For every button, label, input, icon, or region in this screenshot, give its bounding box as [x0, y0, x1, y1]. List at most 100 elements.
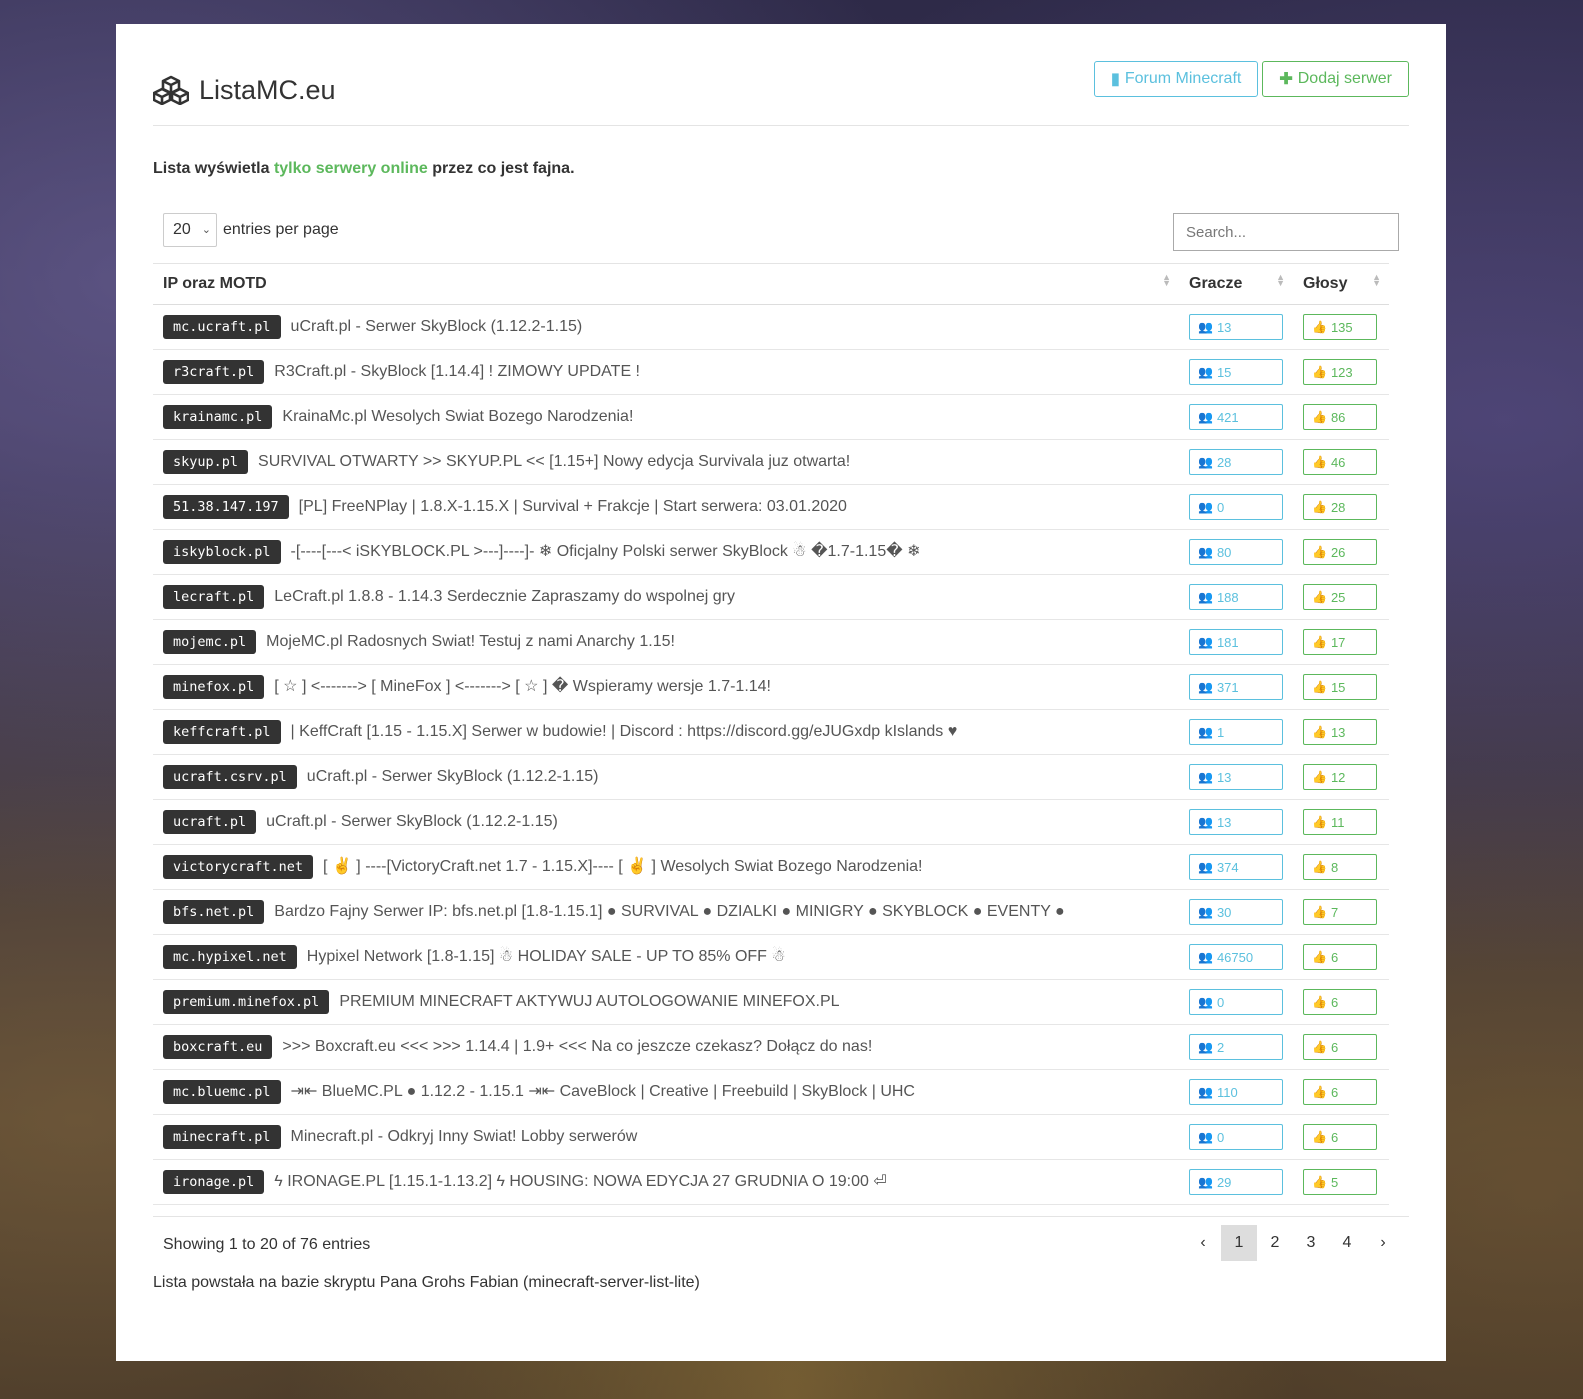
players-cell: 👥 0 [1179, 1114, 1293, 1160]
column-votes[interactable]: Głosy ▲ ▼ [1293, 263, 1389, 305]
server-motd: | KeffCraft [1.15 - 1.15.X] Serwer w bud… [290, 723, 958, 740]
votes-badge[interactable]: 👍 8 [1303, 854, 1377, 880]
players-badge[interactable]: 👥 15 [1189, 359, 1283, 385]
players-badge[interactable]: 👥 181 [1189, 629, 1283, 655]
players-cell: 👥 15 [1179, 349, 1293, 395]
column-ip-motd[interactable]: IP oraz MOTD ▲ ▼ [153, 263, 1179, 305]
server-motd: Hypixel Network [1.8-1.15] ☃ HOLIDAY SAL… [306, 948, 786, 965]
server-ip[interactable]: mc.hypixel.net [163, 945, 297, 969]
forum-button[interactable]: ▮ Forum Minecraft [1094, 61, 1259, 97]
entries-per-page: 20 ⌄ entries per page [163, 213, 339, 247]
server-ip[interactable]: lecraft.pl [163, 585, 265, 609]
votes-badge[interactable]: 👍 6 [1303, 1034, 1377, 1060]
server-ip[interactable]: iskyblock.pl [163, 540, 281, 564]
votes-badge[interactable]: 👍 13 [1303, 719, 1377, 745]
server-ip[interactable]: keffcraft.pl [163, 720, 281, 744]
votes-badge[interactable]: 👍 135 [1303, 314, 1377, 340]
players-badge[interactable]: 👥 13 [1189, 314, 1283, 340]
server-ip[interactable]: mojemc.pl [163, 630, 257, 654]
players-cell: 👥 421 [1179, 394, 1293, 440]
players-badge[interactable]: 👥 371 [1189, 674, 1283, 700]
server-ip[interactable]: mc.bluemc.pl [163, 1080, 281, 1104]
players-badge[interactable]: 👥 13 [1189, 809, 1283, 835]
players-badge[interactable]: 👥 29 [1189, 1169, 1283, 1195]
table-row: ucraft.pl uCraft.pl - Serwer SkyBlock (1.… [153, 799, 1389, 845]
thumbs-up-icon: 👍 [1312, 1085, 1327, 1099]
server-ip[interactable]: skyup.pl [163, 450, 249, 474]
votes-badge[interactable]: 👍 5 [1303, 1169, 1377, 1195]
players-badge[interactable]: 👥 188 [1189, 584, 1283, 610]
players-badge[interactable]: 👥 46750 [1189, 944, 1283, 970]
players-badge[interactable]: 👥 28 [1189, 449, 1283, 475]
votes-cell: 👍 6 [1293, 979, 1389, 1025]
users-icon: 👥 [1198, 1085, 1213, 1099]
server-motd: Minecraft.pl - Odkryj Inny Swiat! Lobby … [290, 1128, 638, 1145]
votes-badge[interactable]: 👍 7 [1303, 899, 1377, 925]
players-badge[interactable]: 👥 0 [1189, 494, 1283, 520]
server-cell: iskyblock.pl -[----[---< iSKYBLOCK.PL >--… [153, 529, 1179, 575]
votes-badge[interactable]: 👍 6 [1303, 989, 1377, 1015]
players-badge[interactable]: 👥 0 [1189, 989, 1283, 1015]
thumbs-up-icon: 👍 [1312, 1130, 1327, 1144]
votes-badge[interactable]: 👍 26 [1303, 539, 1377, 565]
intro-prefix: Lista wyświetla [153, 160, 270, 177]
per-page-select[interactable]: 20 ⌄ [163, 213, 217, 247]
votes-badge[interactable]: 👍 15 [1303, 674, 1377, 700]
users-icon: 👥 [1198, 725, 1213, 739]
votes-badge[interactable]: 👍 12 [1303, 764, 1377, 790]
votes-cell: 👍 25 [1293, 574, 1389, 620]
votes-badge[interactable]: 👍 17 [1303, 629, 1377, 655]
players-count: 1 [1216, 724, 1225, 740]
pagination-next[interactable]: › [1365, 1225, 1401, 1261]
server-ip[interactable]: r3craft.pl [163, 360, 265, 384]
brand[interactable]: ListaMC.eu [153, 70, 336, 110]
server-ip[interactable]: victorycraft.net [163, 855, 314, 879]
players-cell: 👥 181 [1179, 619, 1293, 665]
votes-badge[interactable]: 👍 6 [1303, 1124, 1377, 1150]
server-ip[interactable]: ucraft.pl [163, 810, 257, 834]
column-players[interactable]: Gracze ▲ ▼ [1179, 263, 1293, 305]
pagination-page-3[interactable]: 3 [1293, 1225, 1329, 1261]
votes-badge[interactable]: 👍 123 [1303, 359, 1377, 385]
votes-badge[interactable]: 👍 6 [1303, 944, 1377, 970]
server-ip[interactable]: minecraft.pl [163, 1125, 281, 1149]
server-ip[interactable]: mc.ucraft.pl [163, 315, 281, 339]
server-motd: [ ☆ ] <-------> [ MineFox ] <-------> [ … [274, 678, 771, 695]
server-ip[interactable]: ucraft.csrv.pl [163, 765, 297, 789]
pagination-prev[interactable]: ‹ [1185, 1225, 1221, 1261]
votes-badge[interactable]: 👍 28 [1303, 494, 1377, 520]
players-badge[interactable]: 👥 30 [1189, 899, 1283, 925]
pagination-page-2[interactable]: 2 [1257, 1225, 1293, 1261]
server-ip[interactable]: ironage.pl [163, 1170, 265, 1194]
server-ip[interactable]: minefox.pl [163, 675, 265, 699]
players-cell: 👥 371 [1179, 664, 1293, 710]
votes-badge[interactable]: 👍 86 [1303, 404, 1377, 430]
players-badge[interactable]: 👥 421 [1189, 404, 1283, 430]
server-ip[interactable]: boxcraft.eu [163, 1035, 273, 1059]
votes-cell: 👍 6 [1293, 934, 1389, 980]
table-row: iskyblock.pl -[----[---< iSKYBLOCK.PL >--… [153, 529, 1389, 575]
votes-count: 6 [1330, 1129, 1339, 1145]
pagination-page-4[interactable]: 4 [1329, 1225, 1365, 1261]
players-badge[interactable]: 👥 2 [1189, 1034, 1283, 1060]
votes-badge[interactable]: 👍 46 [1303, 449, 1377, 475]
votes-badge[interactable]: 👍 25 [1303, 584, 1377, 610]
header-buttons: ▮ Forum Minecraft ✚ Dodaj serwer [1094, 61, 1409, 97]
search-input[interactable] [1173, 213, 1399, 251]
pagination-page-1[interactable]: 1 [1221, 1225, 1257, 1261]
server-ip[interactable]: bfs.net.pl [163, 900, 265, 924]
players-cell: 👥 2 [1179, 1024, 1293, 1070]
votes-badge[interactable]: 👍 6 [1303, 1079, 1377, 1105]
players-badge[interactable]: 👥 13 [1189, 764, 1283, 790]
players-badge[interactable]: 👥 374 [1189, 854, 1283, 880]
server-ip[interactable]: premium.minefox.pl [163, 990, 330, 1014]
players-badge[interactable]: 👥 0 [1189, 1124, 1283, 1150]
players-badge[interactable]: 👥 1 [1189, 719, 1283, 745]
players-badge[interactable]: 👥 80 [1189, 539, 1283, 565]
votes-badge[interactable]: 👍 11 [1303, 809, 1377, 835]
server-ip[interactable]: krainamc.pl [163, 405, 273, 429]
players-count: 110 [1216, 1084, 1238, 1100]
players-badge[interactable]: 👥 110 [1189, 1079, 1283, 1105]
add-server-button[interactable]: ✚ Dodaj serwer [1262, 61, 1409, 97]
server-ip[interactable]: 51.38.147.197 [163, 495, 289, 519]
